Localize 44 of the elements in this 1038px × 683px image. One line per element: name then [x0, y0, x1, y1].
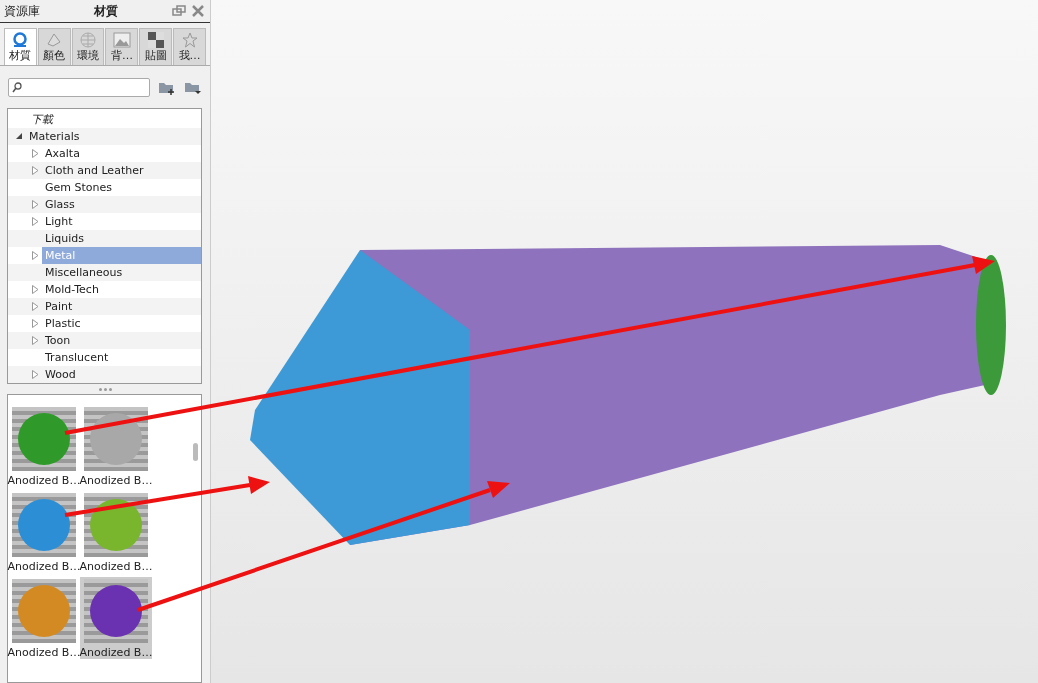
library-tab[interactable]: 材質 — [4, 28, 37, 65]
material-thumbnail[interactable]: Anodized B… — [80, 577, 152, 659]
panel-title: 資源庫 — [4, 2, 40, 20]
search-field[interactable] — [8, 78, 150, 97]
checker-icon — [146, 31, 165, 48]
folder-menu-icon[interactable] — [184, 80, 202, 95]
tree-item[interactable]: Glass — [8, 196, 201, 213]
panel-subtitle: 材質 — [93, 2, 119, 20]
tree-item[interactable]: Light — [8, 213, 201, 230]
globe-icon — [79, 31, 98, 48]
star-icon — [180, 31, 199, 48]
search-icon — [12, 82, 22, 93]
scrollbar-thumb[interactable] — [193, 443, 198, 461]
library-tab[interactable]: 背… — [105, 28, 139, 65]
material-thumbnail[interactable]: Anodized B… — [8, 491, 80, 573]
image-icon — [112, 31, 131, 48]
tree-item[interactable]: Liquids — [8, 230, 201, 247]
expand-icon[interactable] — [31, 370, 39, 379]
tree-item[interactable]: Axalta — [8, 145, 201, 162]
library-tab[interactable]: 貼圖 — [139, 28, 173, 65]
add-folder-icon[interactable] — [158, 80, 176, 95]
close-icon[interactable] — [192, 5, 204, 17]
sphere-icon — [11, 31, 30, 48]
tree-item[interactable]: Translucent — [8, 349, 201, 366]
tree-item[interactable]: Cloth and Leather — [8, 162, 201, 179]
undock-icon[interactable] — [172, 5, 186, 17]
material-thumbnail[interactable]: Anodized B… — [80, 405, 152, 487]
library-tab[interactable]: 環境 — [71, 28, 105, 65]
material-thumbnail[interactable]: Anodized B… — [80, 491, 152, 573]
tree-item[interactable]: Mold-Tech — [8, 281, 201, 298]
tree-item[interactable]: Gem Stones — [8, 179, 201, 196]
tree-item[interactable]: Toon — [8, 332, 201, 349]
collapse-icon[interactable] — [15, 133, 23, 140]
tree-item[interactable]: 下載 — [8, 111, 201, 128]
material-thumbnail[interactable]: Anodized B… — [8, 577, 80, 659]
tree-item[interactable]: Wood — [8, 366, 201, 383]
tree-item[interactable]: Plastic — [8, 315, 201, 332]
material-thumbnail[interactable]: Anodized B… — [8, 405, 80, 487]
library-tab[interactable]: 我… — [173, 28, 206, 65]
tree-item[interactable]: Paint — [8, 298, 201, 315]
tree-item[interactable]: Materials — [8, 128, 201, 145]
library-tab[interactable]: 顏色 — [37, 28, 71, 65]
expand-icon[interactable] — [31, 251, 39, 260]
tree-item[interactable]: Miscellaneous — [8, 264, 201, 281]
